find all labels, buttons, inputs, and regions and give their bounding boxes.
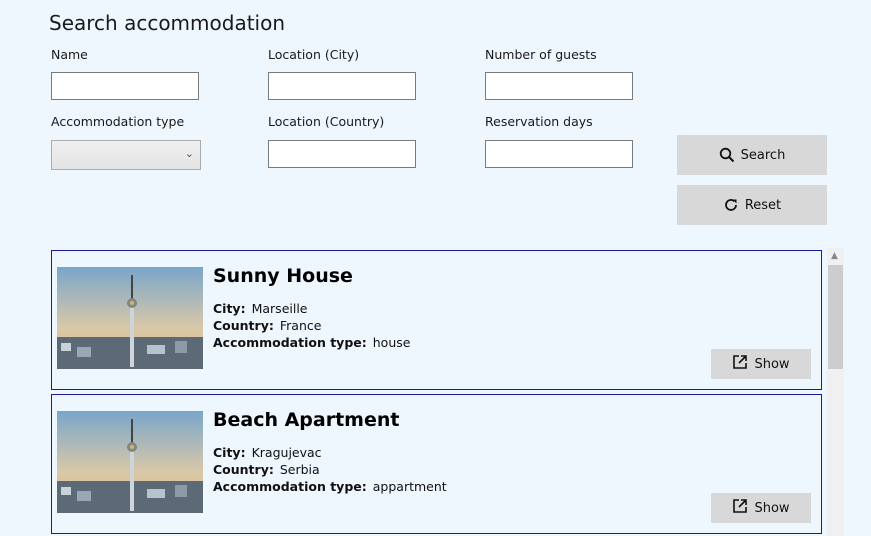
- country-row: Country: Serbia: [213, 462, 320, 477]
- guests-input[interactable]: [485, 72, 633, 100]
- type-field-label: Accommodation type:: [213, 335, 367, 350]
- days-label: Reservation days: [485, 114, 593, 129]
- accommodation-card: Sunny House City: Marseille Country: Franc…: [51, 250, 822, 390]
- name-input[interactable]: [51, 72, 199, 100]
- results-list: Sunny House City: Marseille Country: Franc…: [51, 250, 822, 536]
- city-row: City: Marseille: [213, 301, 308, 316]
- name-label: Name: [51, 47, 88, 62]
- accommodation-image: [57, 411, 203, 513]
- results-scrollbar[interactable]: ▲: [827, 248, 844, 536]
- type-value: house: [372, 335, 411, 350]
- guests-label: Number of guests: [485, 47, 597, 62]
- accommodation-name: Sunny House: [213, 265, 353, 287]
- accommodation-image: [57, 267, 203, 369]
- country-value: France: [279, 318, 322, 333]
- country-field-label: Country:: [213, 462, 274, 477]
- reset-button[interactable]: Reset: [677, 185, 827, 225]
- scroll-up-icon[interactable]: ▲: [831, 251, 838, 261]
- city-label: Location (City): [268, 47, 360, 62]
- type-row: Accommodation type: appartment: [213, 479, 447, 494]
- city-value: Marseille: [251, 301, 308, 316]
- reset-button-label: Reset: [744, 197, 782, 213]
- city-row: City: Kragujevac: [213, 445, 322, 460]
- external-link-icon: [732, 354, 748, 374]
- country-input[interactable]: [268, 140, 416, 168]
- scrollbar-thumb[interactable]: [828, 265, 843, 369]
- search-button[interactable]: Search: [677, 135, 827, 175]
- country-row: Country: France: [213, 318, 321, 333]
- refresh-icon: [723, 197, 739, 213]
- accommodation-card: Beach Apartment City: Kragujevac Country:…: [51, 394, 822, 534]
- accommodation-type-select[interactable]: ⌄: [51, 140, 201, 170]
- search-icon: [719, 147, 735, 163]
- type-field-label: Accommodation type:: [213, 479, 367, 494]
- type-label: Accommodation type: [51, 114, 185, 129]
- show-button-label: Show: [754, 500, 790, 516]
- type-row: Accommodation type: house: [213, 335, 410, 350]
- show-button[interactable]: Show: [711, 349, 811, 379]
- chevron-down-icon: ⌄: [184, 147, 194, 160]
- country-value: Serbia: [279, 462, 320, 477]
- show-button[interactable]: Show: [711, 493, 811, 523]
- city-value: Kragujevac: [251, 445, 322, 460]
- accommodation-name: Beach Apartment: [213, 409, 400, 431]
- country-field-label: Country:: [213, 318, 274, 333]
- show-button-label: Show: [754, 356, 790, 372]
- city-input[interactable]: [268, 72, 416, 100]
- city-field-label: City:: [213, 301, 246, 316]
- external-link-icon: [732, 498, 748, 518]
- search-button-label: Search: [740, 147, 786, 163]
- city-field-label: City:: [213, 445, 246, 460]
- country-label: Location (Country): [268, 114, 385, 129]
- days-input[interactable]: [485, 140, 633, 168]
- page-title: Search accommodation: [49, 11, 286, 35]
- type-value: appartment: [372, 479, 447, 494]
